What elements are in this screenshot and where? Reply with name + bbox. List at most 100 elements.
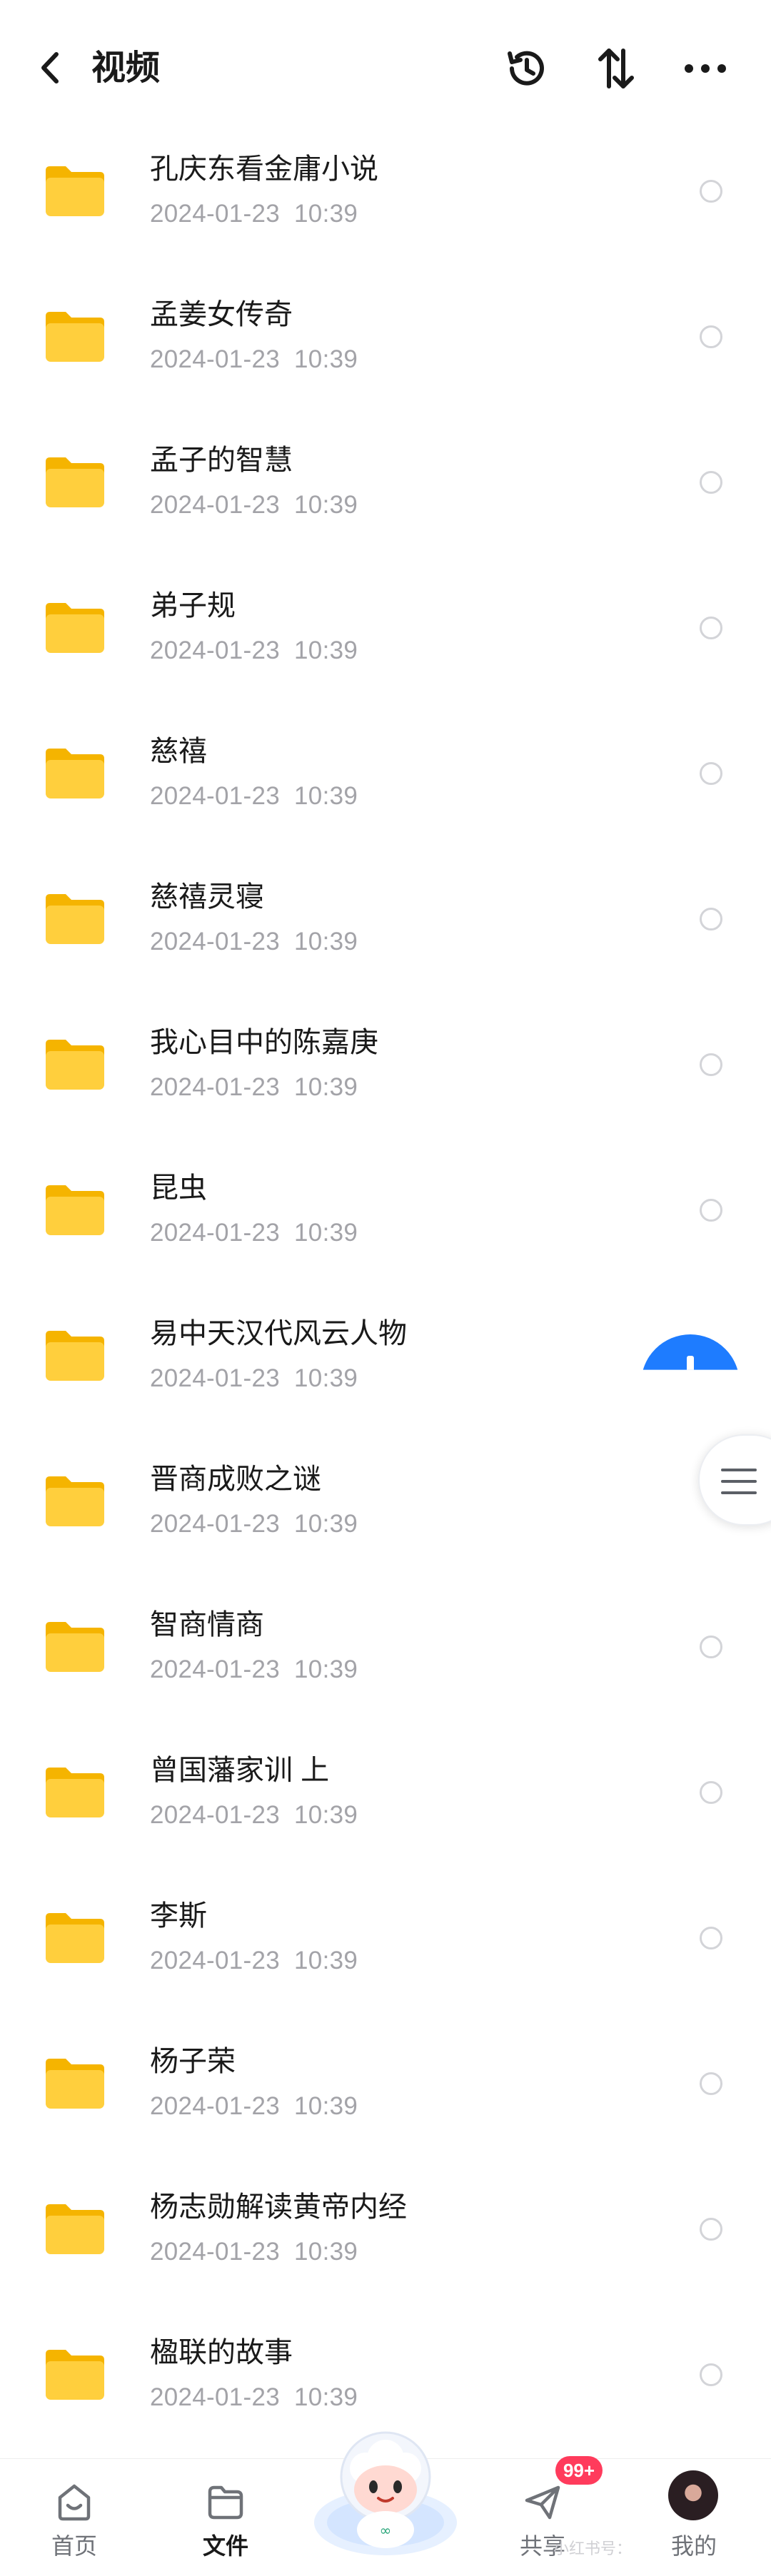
folder-row[interactable]: 杨子荣 2024-01-23 10:39 — [0, 2017, 771, 2163]
folder-date: 2024-01-23 — [150, 1510, 281, 1538]
watermark-text: 小红书号： — [553, 2540, 633, 2557]
folder-date: 2024-01-23 — [150, 782, 281, 810]
folder-date: 2024-01-23 — [150, 2092, 281, 2120]
nav-files[interactable]: 文件 — [176, 2459, 276, 2576]
select-checkbox[interactable] — [700, 1053, 722, 1076]
nav-home-label: 首页 — [51, 2533, 97, 2559]
page-title: 视频 — [91, 49, 161, 87]
sort-button[interactable] — [589, 41, 643, 96]
folder-name: 智商情商 — [150, 1609, 264, 1641]
folder-date: 2024-01-23 — [150, 928, 281, 955]
select-checkbox[interactable] — [700, 471, 722, 494]
folder-icon — [46, 1622, 104, 1672]
folder-time: 10:39 — [294, 1219, 358, 1247]
folder-row[interactable]: 孔庆东看金庸小说 2024-01-23 10:39 — [0, 125, 771, 270]
select-checkbox[interactable] — [700, 1636, 722, 1658]
menu-lines-icon — [721, 1469, 757, 1494]
select-checkbox[interactable] — [700, 2072, 722, 2095]
folder-modified: 2024-01-23 10:39 — [150, 1944, 358, 1977]
folder-date: 2024-01-23 — [150, 1219, 281, 1247]
select-checkbox[interactable] — [700, 1927, 722, 1949]
send-icon — [525, 2485, 560, 2520]
folder-outline-icon — [208, 2485, 243, 2520]
home-icon — [58, 2484, 91, 2521]
folder-name: 杨志勋解读黄帝内经 — [150, 2191, 407, 2223]
folder-row[interactable]: 昆虫 2024-01-23 10:39 — [0, 1144, 771, 1289]
folder-icon — [46, 2059, 104, 2109]
folder-name: 易中天汉代风云人物 — [150, 1318, 407, 1349]
folder-date: 2024-01-23 — [150, 1655, 281, 1683]
more-button[interactable] — [678, 41, 732, 96]
chevron-left-icon — [41, 52, 59, 83]
folder-icon — [46, 1331, 104, 1381]
folder-name: 慈禧 — [150, 736, 207, 767]
folder-icon — [46, 1185, 104, 1235]
folder-icon — [46, 603, 104, 653]
folder-name: 楹联的故事 — [150, 2337, 293, 2368]
folder-icon — [46, 1768, 104, 1817]
avatar[interactable] — [668, 2470, 718, 2520]
select-checkbox[interactable] — [700, 617, 722, 639]
folder-date: 2024-01-23 — [150, 1073, 281, 1101]
top-bar: 视频 — [0, 0, 771, 136]
folder-row[interactable]: 我心目中的陈嘉庚 2024-01-23 10:39 — [0, 998, 771, 1144]
folder-list: 孔庆东看金庸小说 2024-01-23 10:39 孟姜女传奇 2024-01-23 10… — [0, 125, 771, 2454]
folder-icon — [46, 894, 104, 944]
folder-row[interactable]: 慈禧灵寝 2024-01-23 10:39 — [0, 853, 771, 998]
folder-time: 10:39 — [294, 1364, 358, 1392]
folder-modified: 2024-01-23 10:39 — [150, 1217, 358, 1249]
folder-row[interactable]: 晋商成败之谜 2024-01-23 10:39 — [0, 1435, 771, 1581]
folder-time: 10:39 — [294, 345, 358, 373]
folder-name: 孔庆东看金庸小说 — [150, 153, 378, 185]
select-checkbox[interactable] — [700, 2363, 722, 2386]
folder-modified: 2024-01-23 10:39 — [150, 1071, 358, 1104]
folder-icon — [46, 2204, 104, 2254]
folder-date: 2024-01-23 — [150, 637, 281, 664]
select-checkbox[interactable] — [700, 2218, 722, 2241]
folder-name: 昆虫 — [150, 1172, 207, 1204]
folder-time: 10:39 — [294, 1947, 358, 1974]
select-checkbox[interactable] — [700, 762, 722, 785]
folder-modified: 2024-01-23 10:39 — [150, 1653, 358, 1686]
folder-modified: 2024-01-23 10:39 — [150, 198, 358, 230]
folder-modified: 2024-01-23 10:39 — [150, 343, 358, 376]
folder-modified: 2024-01-23 10:39 — [150, 926, 358, 958]
history-button[interactable] — [500, 41, 554, 96]
assistant-mascot[interactable]: ∞ — [307, 2415, 464, 2558]
folder-modified: 2024-01-23 10:39 — [150, 2090, 358, 2123]
folder-time: 10:39 — [294, 1510, 358, 1538]
folder-date: 2024-01-23 — [150, 1801, 281, 1829]
folder-modified: 2024-01-23 10:39 — [150, 2381, 358, 2414]
folder-modified: 2024-01-23 10:39 — [150, 1362, 358, 1395]
nav-home[interactable]: 首页 — [24, 2459, 124, 2576]
back-button[interactable] — [29, 43, 71, 93]
folder-row[interactable]: 慈禧 2024-01-23 10:39 — [0, 707, 771, 853]
folder-icon — [46, 1476, 104, 1526]
folder-row[interactable]: 智商情商 2024-01-23 10:39 — [0, 1581, 771, 1726]
folder-modified: 2024-01-23 10:39 — [150, 780, 358, 813]
folder-row[interactable]: 杨志勋解读黄帝内经 2024-01-23 10:39 — [0, 2163, 771, 2308]
folder-time: 10:39 — [294, 1801, 358, 1829]
folder-row[interactable]: 孟姜女传奇 2024-01-23 10:39 — [0, 270, 771, 416]
folder-row[interactable]: 孟子的智慧 2024-01-23 10:39 — [0, 416, 771, 562]
folder-date: 2024-01-23 — [150, 200, 281, 228]
select-checkbox[interactable] — [700, 325, 722, 348]
folder-icon — [46, 1913, 104, 1963]
folder-row[interactable]: 弟子规 2024-01-23 10:39 — [0, 562, 771, 707]
folder-time: 10:39 — [294, 2238, 358, 2266]
select-checkbox[interactable] — [700, 180, 722, 203]
folder-modified: 2024-01-23 10:39 — [150, 2236, 358, 2268]
folder-name: 慈禧灵寝 — [150, 881, 264, 913]
select-checkbox[interactable] — [700, 1781, 722, 1804]
folder-time: 10:39 — [294, 1655, 358, 1683]
folder-row[interactable]: 李斯 2024-01-23 10:39 — [0, 1872, 771, 2017]
folder-date: 2024-01-23 — [150, 2238, 281, 2266]
select-checkbox[interactable] — [700, 908, 722, 930]
folder-modified: 2024-01-23 10:39 — [150, 634, 358, 667]
folder-row[interactable]: 曾国藩家训 上 2024-01-23 10:39 — [0, 1726, 771, 1872]
folder-icon — [46, 1040, 104, 1090]
select-checkbox[interactable] — [700, 1199, 722, 1222]
folder-icon — [46, 312, 104, 362]
nav-files-label: 文件 — [202, 2533, 248, 2559]
nav-me-label: 我的 — [670, 2533, 717, 2559]
